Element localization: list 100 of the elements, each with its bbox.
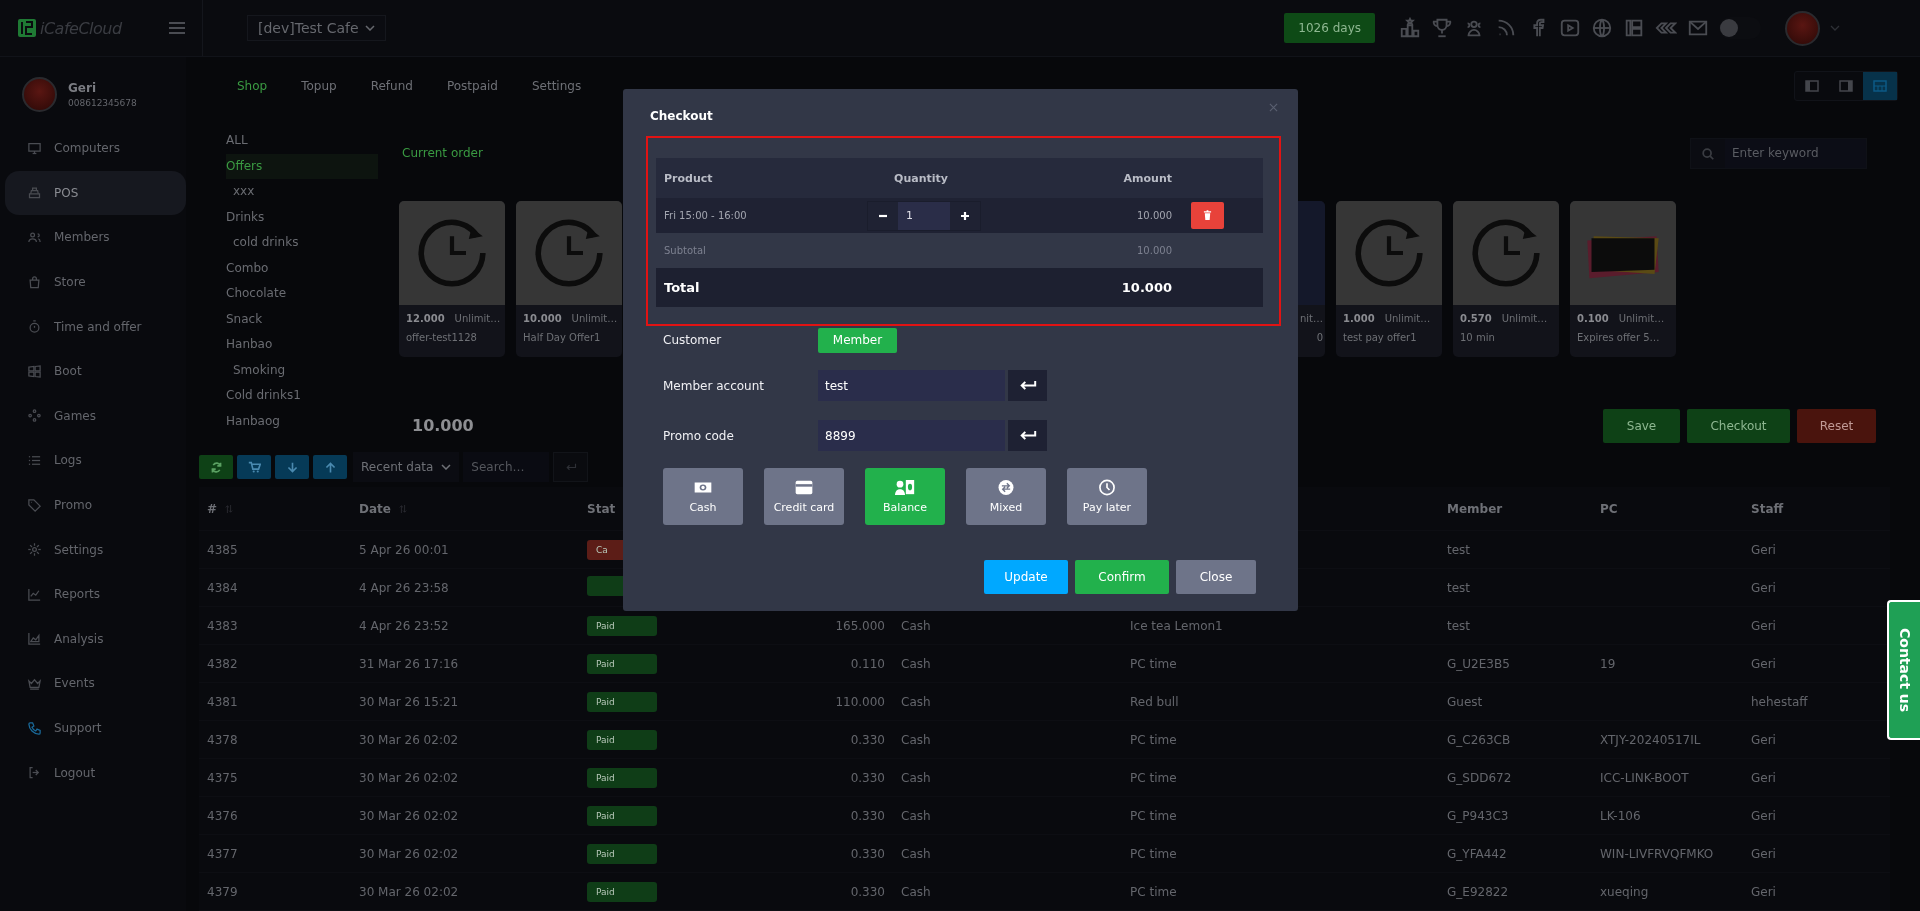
sidebar-item[interactable]: Games <box>5 393 186 439</box>
tab[interactable]: Topup <box>291 71 347 101</box>
search-field[interactable]: Search… <box>463 452 550 482</box>
column-header[interactable]: # <box>199 501 351 516</box>
download-button[interactable] <box>275 455 309 479</box>
cafe-selector[interactable]: [dev]Test Cafe <box>247 15 386 41</box>
table-cell-text: Geri <box>1750 808 1777 823</box>
column-header[interactable]: Date <box>351 501 579 516</box>
sidebar-item[interactable]: Logs <box>5 438 186 483</box>
table-cell-text: 30 Mar 26 02:02 <box>358 808 460 823</box>
search-field[interactable]: Enter keyword <box>1690 137 1867 169</box>
order-action-button[interactable]: Checkout <box>1687 408 1790 443</box>
sidebar-item[interactable]: Events <box>5 661 186 706</box>
payment-method-button[interactable]: Credit card <box>764 468 844 525</box>
dialog-button[interactable]: Confirm <box>1075 560 1169 594</box>
refresh-button[interactable] <box>199 455 233 479</box>
table-cell-text: PC time <box>1129 884 1178 899</box>
delete-button[interactable] <box>1191 202 1224 229</box>
cart-button[interactable] <box>237 455 271 479</box>
input-field[interactable]: 8899 <box>818 420 1005 451</box>
sidebar-item[interactable]: Computers <box>5 126 186 171</box>
category-item[interactable]: Drinks <box>226 204 378 230</box>
category-item[interactable]: Combo <box>226 255 378 281</box>
category-item[interactable]: Chocolate <box>226 281 378 307</box>
quantity-stepper[interactable]: 1 <box>867 200 981 231</box>
contact-us-tab[interactable]: Contact us <box>1887 600 1920 740</box>
category-item[interactable]: xxx <box>226 179 378 205</box>
order-action-button[interactable]: Reset <box>1797 408 1876 443</box>
four-dots-icon <box>27 408 42 424</box>
dialog-button[interactable]: Update <box>984 560 1068 594</box>
enter-button[interactable] <box>1008 370 1047 401</box>
close-icon[interactable] <box>1269 103 1278 112</box>
tab[interactable]: Refund <box>360 71 423 101</box>
category-item[interactable]: Hanbaog <box>226 408 378 434</box>
payment-method-button[interactable]: Pay later <box>1067 468 1147 525</box>
caret-icon[interactable] <box>1830 25 1840 31</box>
order-action-button[interactable]: Save <box>1603 408 1680 443</box>
avatar <box>22 77 57 112</box>
sidebar-item[interactable]: Promo <box>5 482 186 528</box>
sidebar-item[interactable]: Support <box>5 705 186 751</box>
customer-type-button[interactable]: Member <box>818 327 897 353</box>
youtube-icon[interactable] <box>1559 17 1581 39</box>
payment-method-button[interactable]: Balance <box>865 468 945 525</box>
table-cell-text: Cash <box>900 656 932 671</box>
table-cell-text: 165.000 <box>834 618 886 633</box>
product-card[interactable]: 12.000 Unlimit… offer-test1128 <box>399 201 505 357</box>
tab[interactable]: Shop <box>227 71 278 101</box>
sidebar-item[interactable]: Boot <box>5 348 186 394</box>
sidebar-item[interactable]: Analysis <box>5 616 186 662</box>
sidebar-item[interactable]: Members <box>5 215 186 260</box>
table-cell-text: 0.110 <box>849 656 886 671</box>
grid-logo-icon[interactable] <box>1623 17 1645 39</box>
range-select[interactable]: Recent data <box>353 452 460 482</box>
view-button[interactable] <box>1863 72 1897 100</box>
category-item[interactable]: Hanbao <box>226 332 378 358</box>
trash-icon <box>1203 210 1212 221</box>
column-header[interactable]: Staff <box>1743 501 1890 516</box>
upload-button[interactable] <box>313 455 347 479</box>
table-cell-text: PC time <box>1129 770 1178 785</box>
avatar[interactable] <box>1785 10 1820 46</box>
monitor-icon <box>27 140 42 156</box>
license-days-button[interactable]: 1026 days <box>1284 13 1375 43</box>
product-card[interactable]: 10.000 Unlimit… Half Day Offer1 <box>516 201 622 357</box>
caret-icon <box>441 464 452 470</box>
table-cell-text: 0.330 <box>849 732 886 747</box>
trophy-icon[interactable] <box>1431 17 1453 39</box>
category-item[interactable]: Smoking <box>226 357 378 383</box>
menu-icon[interactable] <box>169 22 185 34</box>
table-cell-text: 19 <box>1599 656 1617 671</box>
product-validity: Unlimit… <box>571 313 618 324</box>
table-cell-text: 5 Apr 26 00:01 <box>358 542 450 557</box>
input-field[interactable]: test <box>818 370 1005 401</box>
sidebar-item[interactable]: Settings <box>5 527 186 572</box>
globe-icon[interactable] <box>1591 17 1613 39</box>
dialog-button[interactable]: Close <box>1176 560 1256 594</box>
sidebar-item[interactable]: Reports <box>5 571 186 617</box>
category-item[interactable]: Snack <box>226 306 378 332</box>
payment-method-button[interactable]: Cash <box>663 468 743 525</box>
table-cell-text: G_C263CB <box>1446 732 1512 747</box>
payment-method-button[interactable]: Mixed <box>966 468 1046 525</box>
podium-icon[interactable] <box>1399 17 1421 39</box>
category-item[interactable]: cold drinks <box>226 230 378 256</box>
product-card[interactable]: 0.570 Unlimit… 10 min <box>1453 201 1559 357</box>
sidebar-item[interactable]: Store <box>5 259 186 305</box>
line-amount: 10.000 <box>1137 210 1173 221</box>
column-header[interactable]: PC <box>1592 501 1743 516</box>
product-card[interactable]: nit… 0 <box>1298 201 1325 357</box>
product-name: Expires offer 5… <box>1577 332 1661 343</box>
product-card[interactable]: 1.000 Unlimit… test pay offer1 <box>1336 201 1442 357</box>
column-header[interactable]: Member <box>1439 501 1592 516</box>
category-item[interactable]: ALL <box>226 128 378 154</box>
sidebar-item[interactable]: Logout <box>5 750 186 795</box>
sidebar-item[interactable]: POS <box>5 170 186 216</box>
category-item[interactable]: Offers <box>226 153 378 179</box>
sidebar-item[interactable]: Time and offer <box>5 304 186 349</box>
enter-button[interactable] <box>1008 420 1047 451</box>
tab[interactable]: Postpaid <box>436 71 508 101</box>
category-item[interactable]: Cold drinks1 <box>226 383 378 409</box>
product-card[interactable]: 0.100 Unlimit… Expires offer 5… <box>1570 201 1676 357</box>
tab[interactable]: Settings <box>521 71 592 101</box>
